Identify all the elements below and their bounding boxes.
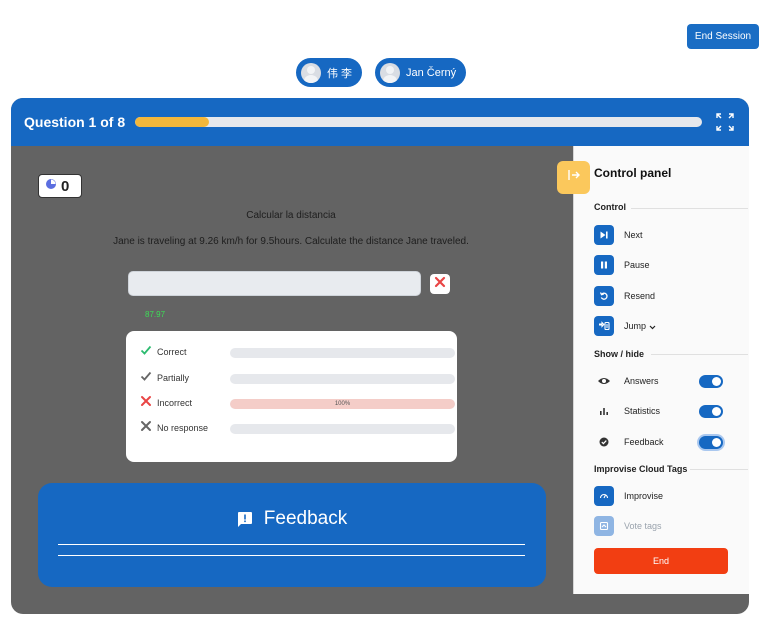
answer-value: 87.97	[145, 310, 166, 319]
answers-label: Answers	[624, 376, 659, 386]
x-icon	[140, 419, 152, 437]
vote-tags-button[interactable]: Vote tags	[594, 516, 662, 536]
stat-row-no-response: No response	[140, 419, 455, 437]
statistics-toggle[interactable]	[699, 405, 723, 418]
bar-chart-icon	[594, 403, 614, 419]
score-value: 0	[61, 177, 70, 195]
answer-input[interactable]	[128, 271, 421, 296]
improvise-section-title: Improvise Cloud Tags	[594, 464, 688, 474]
stat-bar	[230, 348, 455, 358]
chevron-down-icon	[649, 317, 656, 335]
feedback-label: Feedback	[624, 437, 664, 447]
question-progress-bar	[135, 117, 702, 127]
question-header: Question 1 of 8	[11, 98, 749, 146]
resend-label: Resend	[624, 291, 656, 301]
stat-bar	[230, 424, 455, 434]
improvise-button[interactable]: Improvise	[594, 486, 663, 506]
vote-tags-label: Vote tags	[624, 521, 662, 531]
pause-label: Pause	[624, 260, 650, 270]
next-button[interactable]: Next	[594, 225, 643, 245]
avatar	[301, 62, 321, 83]
cloud-tags-icon	[594, 486, 614, 506]
stat-percent	[230, 348, 455, 358]
end-button[interactable]: End	[594, 548, 728, 574]
feedback-line	[58, 544, 525, 545]
next-icon	[594, 225, 614, 245]
eye-icon	[594, 373, 614, 389]
jump-icon	[594, 316, 614, 336]
participant-chip[interactable]: Jan Černý	[375, 58, 467, 87]
timer-icon	[45, 177, 57, 195]
statistics-label: Statistics	[624, 406, 661, 416]
question-heading: Calcular la distancia	[246, 210, 336, 221]
section-divider	[690, 469, 748, 470]
improvise-label: Improvise	[624, 491, 664, 501]
check-icon	[140, 343, 152, 361]
next-label: Next	[624, 230, 643, 240]
answers-row: Answers	[594, 373, 659, 389]
feedback-icon	[237, 511, 253, 527]
expand-icon[interactable]	[714, 111, 736, 133]
participant-name: Jan Černý	[406, 66, 457, 79]
jump-label: Jump	[624, 321, 647, 331]
feedback-line	[58, 555, 525, 556]
question-text: Jane is traveling at 9.26 km/h for 9.5ho…	[113, 236, 469, 247]
resend-button[interactable]: Resend	[594, 286, 655, 306]
pause-icon	[594, 255, 614, 275]
feedback-box: Feedback	[38, 483, 546, 587]
check-icon	[140, 369, 152, 387]
avatar	[380, 62, 400, 83]
stat-row-correct: Correct	[140, 343, 455, 361]
progress-fill	[135, 117, 209, 127]
stat-percent	[230, 424, 455, 434]
collapse-panel-button[interactable]	[557, 161, 590, 194]
stat-bar: 100%	[230, 399, 455, 409]
stat-label: Partially	[157, 373, 190, 383]
participant-chip[interactable]: 伟 李	[296, 58, 363, 87]
participant-name: 伟 李	[327, 67, 353, 80]
stat-percent: 100%	[334, 401, 351, 407]
question-title: Question 1 of 8	[24, 114, 126, 130]
section-divider	[651, 354, 748, 355]
feedback-title-text: Feedback	[263, 508, 348, 529]
feedback-row: Feedback	[594, 434, 664, 450]
control-panel-title: Control panel	[594, 166, 672, 180]
jump-dropdown[interactable]: Jump	[594, 316, 656, 336]
check-circle-icon	[594, 434, 614, 450]
end-session-button[interactable]: End Session	[687, 24, 759, 49]
stat-label: No response	[157, 423, 209, 433]
showhide-section-title: Show / hide	[594, 349, 645, 359]
feedback-toggle[interactable]	[699, 436, 723, 449]
control-section-title: Control	[594, 202, 626, 212]
resend-icon	[594, 286, 614, 306]
collapse-panel-icon	[567, 168, 581, 187]
vote-tags-icon	[594, 516, 614, 536]
score-badge: 0	[38, 174, 82, 198]
statistics-row: Statistics	[594, 403, 660, 419]
stat-row-partially: Partially	[140, 369, 455, 387]
close-icon	[434, 275, 446, 293]
x-icon	[140, 394, 152, 412]
stat-label: Correct	[157, 347, 187, 357]
clear-answer-button[interactable]	[430, 274, 450, 294]
stat-label: Incorrect	[157, 398, 193, 408]
stat-row-incorrect: Incorrect 100%	[140, 394, 455, 412]
statistics-box: Correct Partially Incorrect 100% No resp…	[126, 331, 457, 462]
stat-percent	[230, 374, 455, 384]
answers-toggle[interactable]	[699, 375, 723, 388]
section-divider	[631, 208, 748, 209]
pause-button[interactable]: Pause	[594, 255, 650, 275]
stat-bar	[230, 374, 455, 384]
feedback-title: Feedback	[38, 508, 546, 530]
